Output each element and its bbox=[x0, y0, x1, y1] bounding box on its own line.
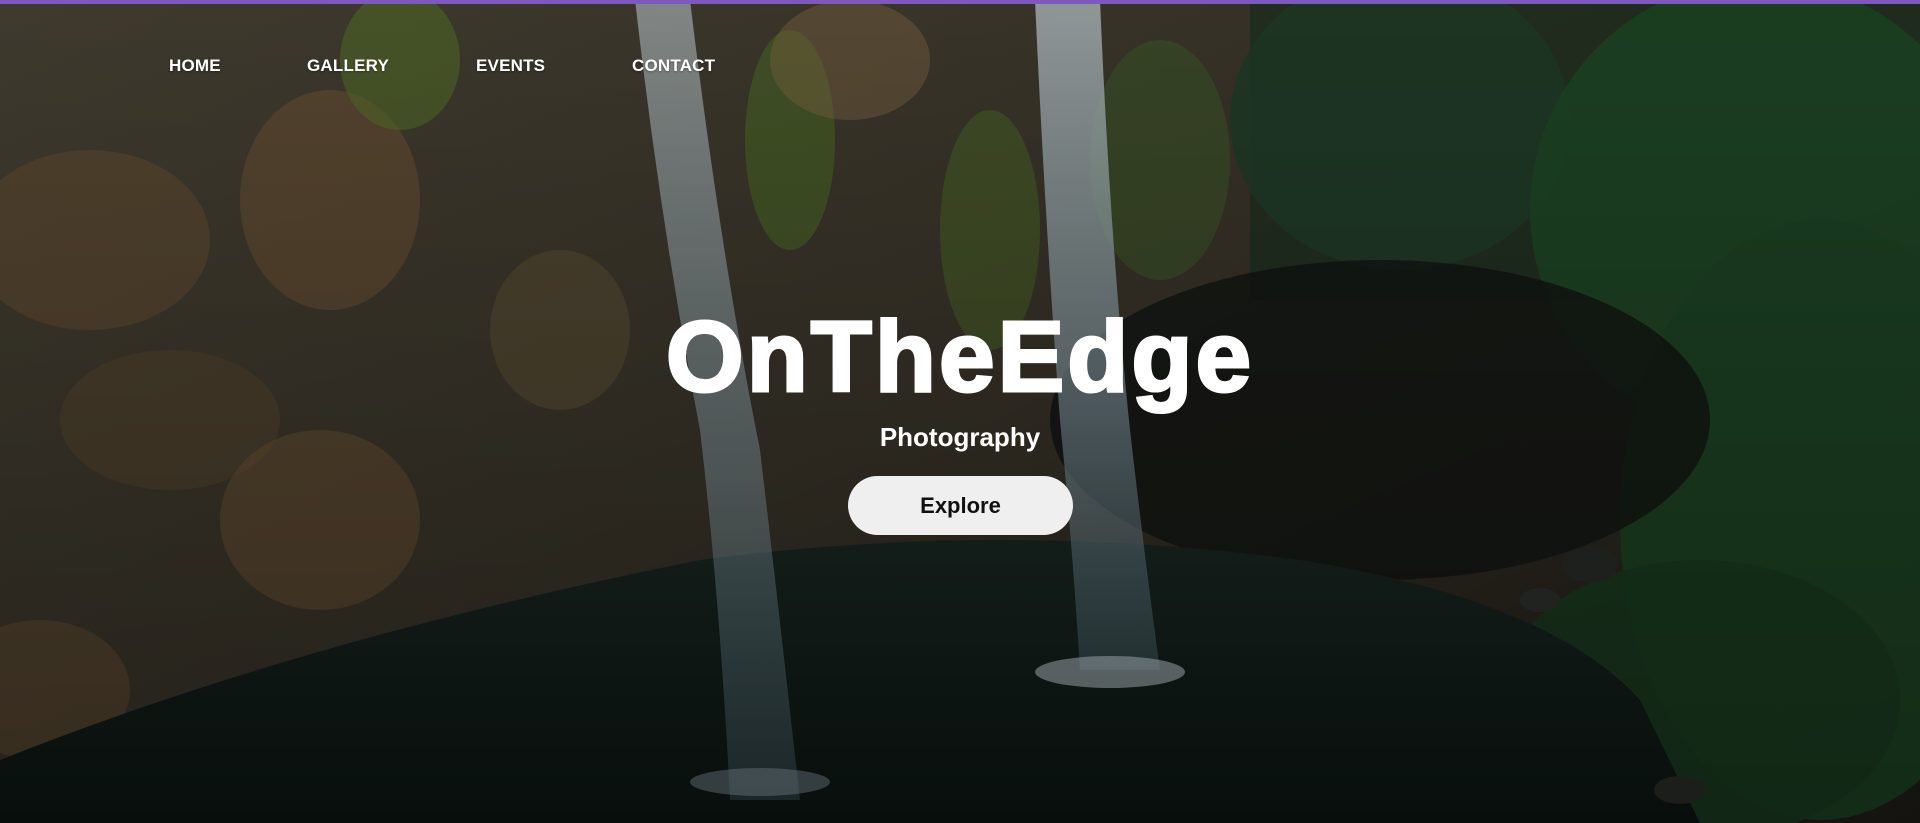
nav-link-home[interactable]: HOME bbox=[169, 56, 221, 76]
nav-link-gallery[interactable]: GALLERY bbox=[307, 56, 389, 76]
hero-title: OnTheEdge bbox=[664, 300, 1255, 415]
top-accent-bar bbox=[0, 0, 1920, 4]
hero-subtitle: Photography bbox=[879, 422, 1041, 452]
explore-button[interactable]: Explore bbox=[848, 476, 1073, 535]
nav-link-events[interactable]: EVENTS bbox=[476, 56, 545, 76]
nav-link-contact[interactable]: CONTACT bbox=[632, 56, 715, 76]
hero-section: HOME GALLERY EVENTS CONTACT OnTheEdge Ph… bbox=[0, 0, 1920, 823]
main-navigation: HOME GALLERY EVENTS CONTACT bbox=[0, 56, 760, 80]
